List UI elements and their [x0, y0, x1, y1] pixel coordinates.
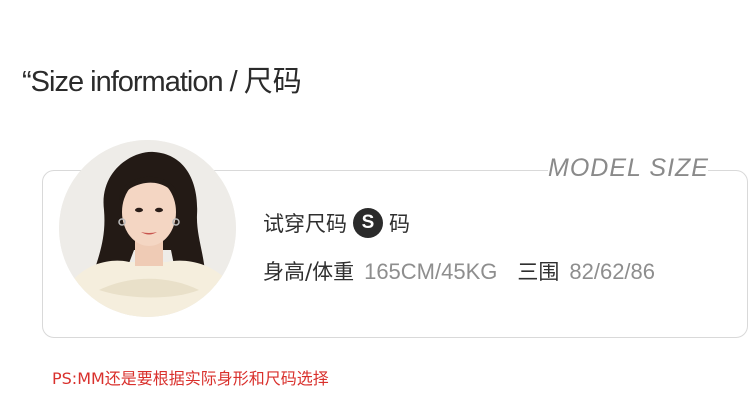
height-weight-value: 165CM/45KG: [364, 259, 498, 284]
heading-en: “Size information: [22, 66, 224, 98]
size-badge: S: [353, 208, 383, 238]
measurements-row: 身高/体重 165CM/45KG 三围 82/62/86: [263, 256, 655, 286]
model-portrait-image: [59, 140, 236, 317]
model-avatar: [59, 140, 236, 317]
measurements-label: 三围: [517, 260, 560, 284]
try-on-size-row: 试穿尺码 S 码: [263, 208, 410, 238]
section-heading: “Size information / 尺码: [22, 58, 302, 100]
measurements-value: 82/62/86: [569, 259, 656, 284]
height-weight-label: 身高/体重: [263, 260, 355, 284]
try-on-label: 试穿尺码: [263, 212, 347, 236]
heading-cn: 尺码: [243, 64, 302, 98]
size-suffix: 码: [389, 212, 410, 236]
heading-separator: /: [222, 66, 244, 98]
size-note: PS:MM还是要根据实际身形和尺码选择: [52, 369, 329, 388]
model-size-label: MODEL SIZE: [548, 153, 709, 183]
